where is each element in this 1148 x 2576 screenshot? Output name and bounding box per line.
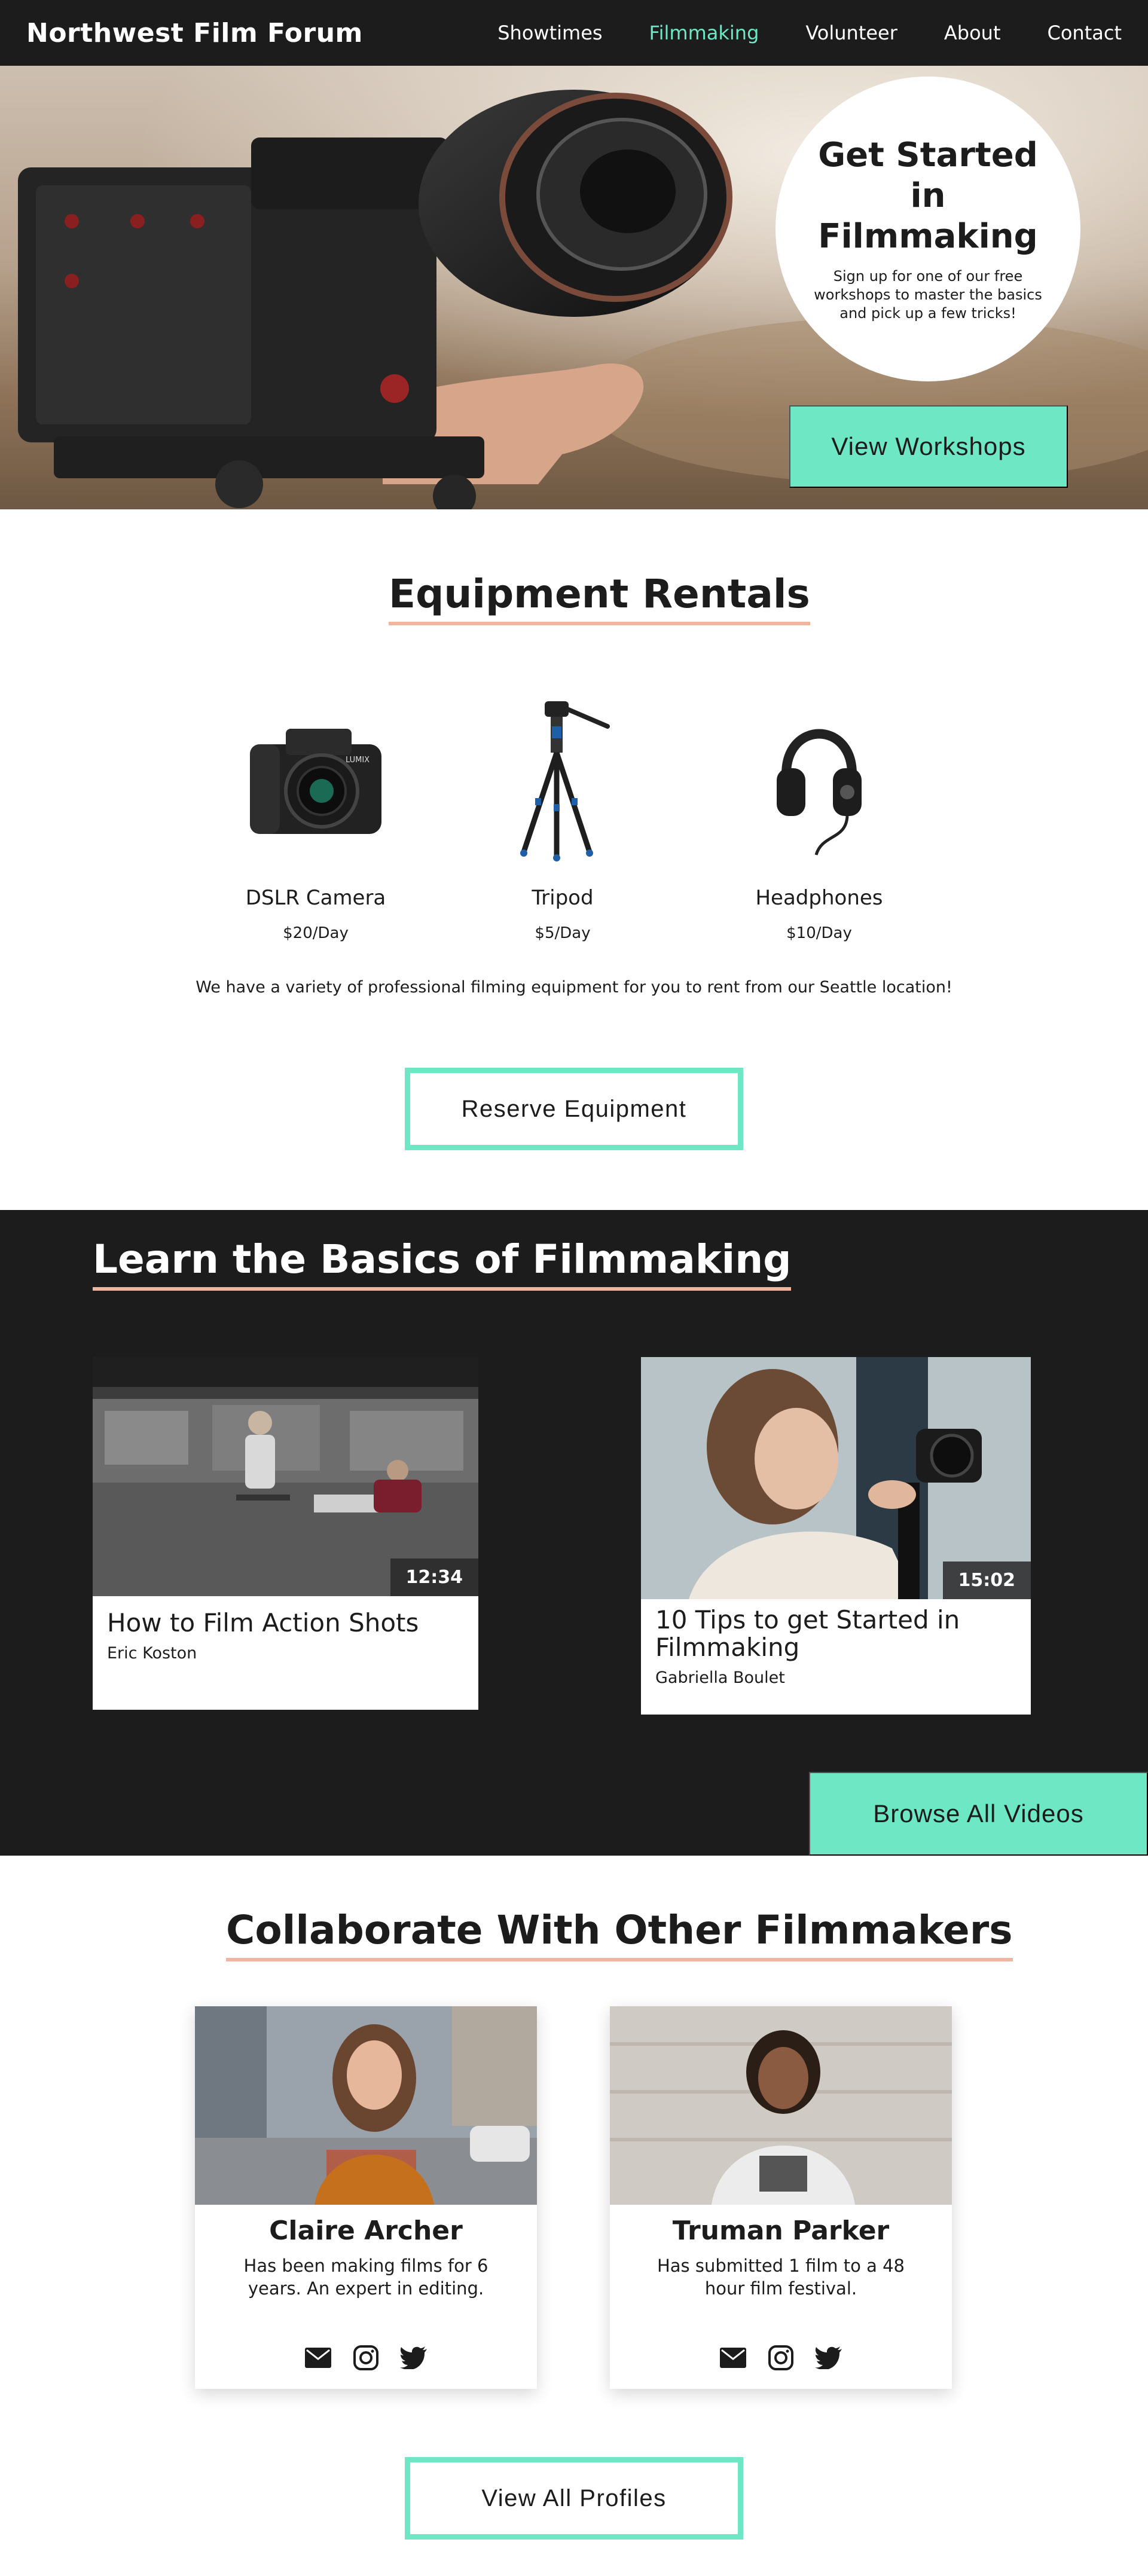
top-nav: Northwest Film Forum Showtimes Filmmakin…	[0, 0, 1148, 66]
videos-heading: Learn the Basics of Filmmaking	[93, 1236, 792, 1291]
claire-archer-photo	[195, 2006, 537, 2205]
profile-card[interactable]: Claire Archer Has been making films for …	[195, 2006, 537, 2389]
instagram-icon[interactable]	[767, 2343, 795, 2372]
nav-link-contact[interactable]: Contact	[1048, 22, 1122, 44]
video-card[interactable]: 12:34 How to Film Action Shots Eric Kost…	[93, 1357, 478, 1710]
video-duration: 12:34	[390, 1559, 478, 1596]
equipment-rentals-heading: Equipment Rentals	[389, 571, 810, 625]
hero-text: Sign up for one of our free workshops to…	[814, 267, 1042, 322]
truman-parker-photo	[610, 2006, 952, 2205]
equipment-name: Tripod	[532, 886, 594, 910]
nav-link-volunteer[interactable]: Volunteer	[805, 22, 897, 44]
video-duration: 15:02	[942, 1562, 1031, 1599]
twitter-icon[interactable]	[399, 2343, 428, 2372]
nav-links: Showtimes Filmmaking Volunteer About Con…	[451, 22, 1122, 44]
profile-card[interactable]: Truman Parker Has submitted 1 film to a …	[610, 2006, 952, 2389]
equipment-item-tripod[interactable]: Tripod $5/Day	[461, 693, 664, 942]
equipment-price: $5/Day	[535, 924, 591, 942]
hero-title: Get Started in Filmmaking	[818, 135, 1038, 256]
video-thumbnail[interactable]: 12:34	[93, 1357, 478, 1596]
video-card[interactable]: 15:02 10 Tips to get Started in Filmmaki…	[641, 1357, 1031, 1715]
camera-brand-label: LUMIX	[346, 756, 370, 765]
profile-photo	[195, 2006, 537, 2205]
equipment-price: $20/Day	[283, 924, 349, 942]
hero-cta-circle: Get Started in Filmmaking Sign up for on…	[775, 77, 1080, 381]
view-all-profiles-button[interactable]: View All Profiles	[405, 2457, 743, 2540]
headphones-icon	[777, 729, 862, 855]
mail-icon[interactable]	[719, 2343, 747, 2372]
social-links	[195, 2343, 537, 2372]
video-title[interactable]: 10 Tips to get Started in Filmmaking	[641, 1606, 1031, 1661]
camera-icon: LUMIX	[250, 729, 381, 834]
profile-name[interactable]: Truman Parker	[610, 2216, 952, 2246]
hero-section: Get Started in Filmmaking Sign up for on…	[0, 66, 1148, 509]
equipment-price: $10/Day	[786, 924, 852, 942]
equipment-item-camera[interactable]: LUMIX DSLR Camera $20/Day	[214, 693, 417, 942]
profile-bio: Has been making films for 6 years. An ex…	[243, 2256, 488, 2299]
profiles-heading: Collaborate With Other Filmmakers	[226, 1907, 1013, 1961]
social-links	[610, 2343, 952, 2372]
mail-icon[interactable]	[304, 2343, 332, 2372]
tripod-icon	[520, 701, 610, 861]
videos-section: Learn the Basics of Filmmaking 12:34 How…	[0, 1210, 1148, 1856]
profile-photo	[610, 2006, 952, 2205]
profile-bio: Has submitted 1 film to a 48 hour film f…	[657, 2256, 905, 2299]
nav-link-filmmaking[interactable]: Filmmaking	[649, 22, 759, 44]
nav-link-showtimes[interactable]: Showtimes	[497, 22, 602, 44]
equipment-note: We have a variety of professional filmin…	[196, 978, 952, 997]
instagram-icon[interactable]	[352, 2343, 380, 2372]
browse-all-videos-button[interactable]: Browse All Videos	[809, 1772, 1148, 1856]
brand-logo[interactable]: Northwest Film Forum	[26, 18, 363, 48]
equipment-name: DSLR Camera	[245, 886, 386, 910]
twitter-icon[interactable]	[814, 2343, 843, 2372]
video-author: Eric Koston	[107, 1644, 197, 1663]
reserve-equipment-button[interactable]: Reserve Equipment	[405, 1068, 743, 1150]
video-thumbnail[interactable]: 15:02	[641, 1357, 1031, 1599]
profile-name[interactable]: Claire Archer	[195, 2216, 537, 2246]
view-workshops-button[interactable]: View Workshops	[789, 405, 1068, 488]
video-author: Gabriella Boulet	[655, 1669, 785, 1688]
nav-link-about[interactable]: About	[944, 22, 1001, 44]
equipment-name: Headphones	[755, 886, 883, 910]
equipment-item-headphones[interactable]: Headphones $10/Day	[718, 693, 921, 942]
video-title[interactable]: How to Film Action Shots	[93, 1609, 478, 1637]
